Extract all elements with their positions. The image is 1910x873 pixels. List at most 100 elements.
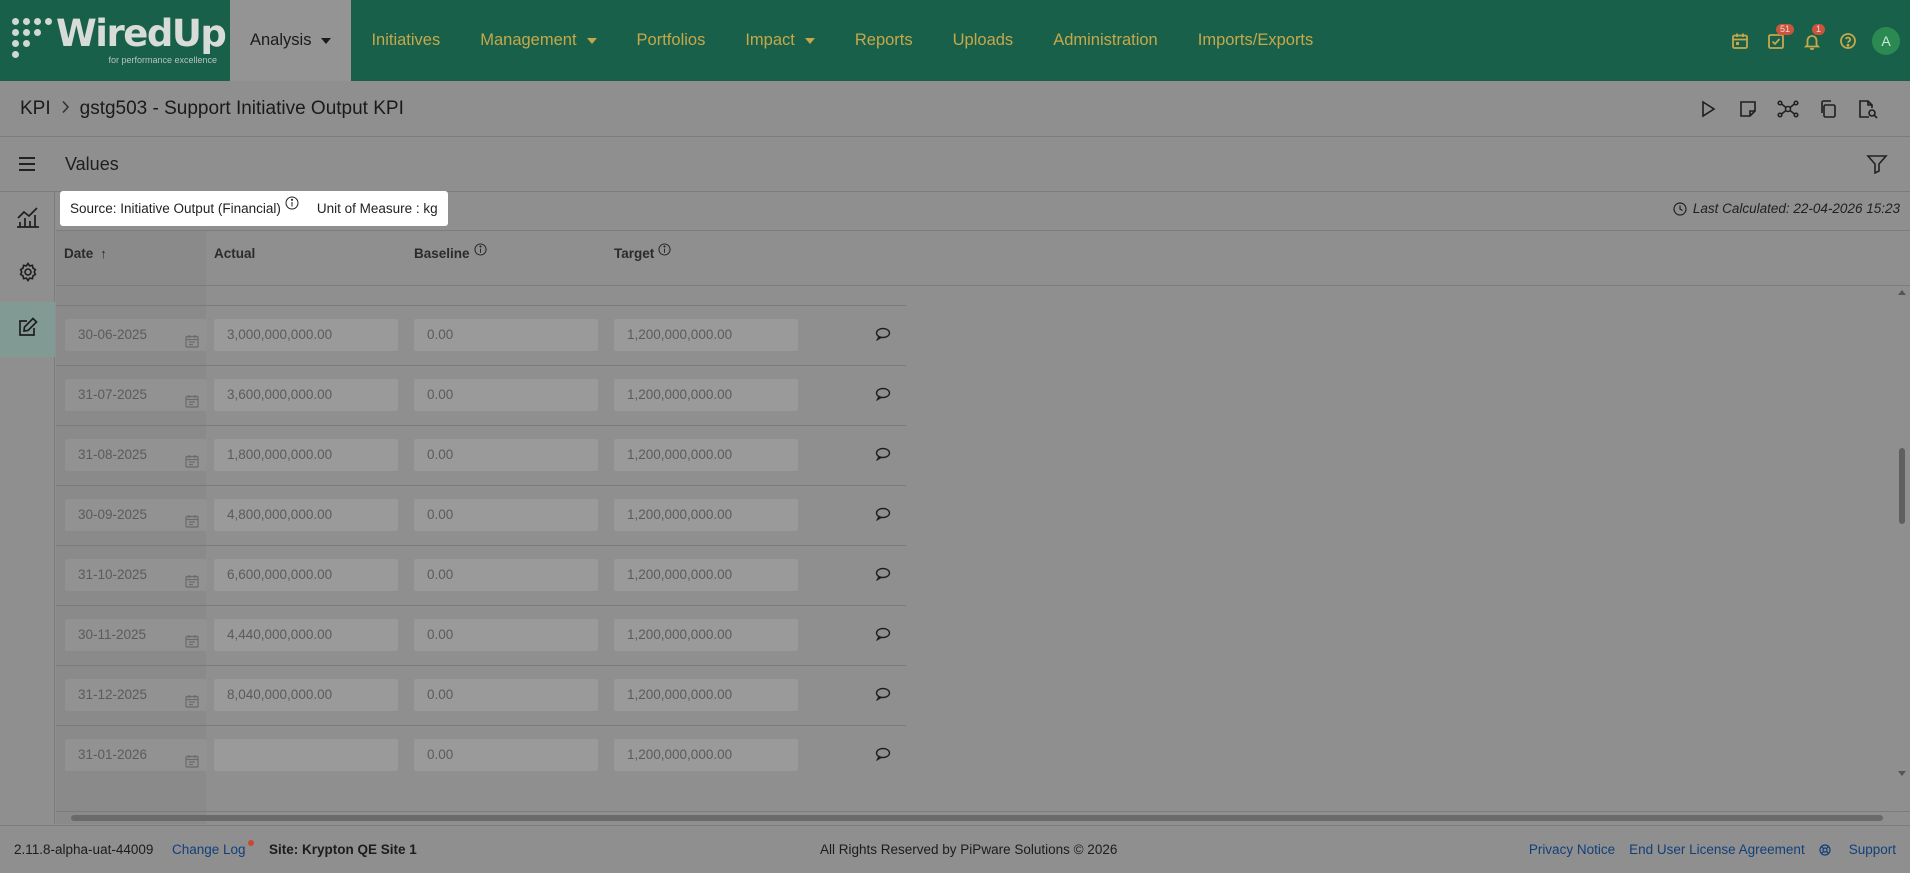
horizontal-scrollbar[interactable] bbox=[56, 811, 1910, 823]
nav-portfolios[interactable]: Portfolios bbox=[617, 0, 726, 81]
baseline-input[interactable]: 0.00 bbox=[414, 679, 598, 711]
play-icon[interactable] bbox=[1688, 95, 1728, 123]
table-row: 30-09-2025 4,800,000,000.00 0.00 1,200,0… bbox=[56, 486, 906, 546]
avatar[interactable]: A bbox=[1872, 26, 1900, 55]
nav-initiatives[interactable]: Initiatives bbox=[351, 0, 460, 81]
info-icon[interactable] bbox=[285, 196, 299, 213]
comment-icon[interactable] bbox=[875, 567, 891, 586]
date-field[interactable]: 31-12-2025 bbox=[65, 679, 207, 711]
nav-administration[interactable]: Administration bbox=[1033, 0, 1178, 81]
baseline-input[interactable]: 0.00 bbox=[414, 559, 598, 591]
actual-input[interactable]: 4,800,000,000.00 bbox=[214, 499, 398, 531]
baseline-input[interactable]: 0.00 bbox=[414, 619, 598, 651]
comment-icon[interactable] bbox=[875, 507, 891, 526]
filter-icon[interactable] bbox=[1866, 153, 1888, 180]
calendar-icon[interactable] bbox=[185, 328, 199, 360]
target-input[interactable]: 1,200,000,000.00 bbox=[614, 439, 798, 471]
rail-chart[interactable] bbox=[0, 192, 55, 247]
calendar-icon[interactable] bbox=[185, 508, 199, 540]
date-field[interactable]: 31-08-2025 bbox=[65, 439, 207, 471]
target-input[interactable]: 1,200,000,000.00 bbox=[614, 319, 798, 351]
nav-uploads[interactable]: Uploads bbox=[933, 0, 1034, 81]
logo-dots-icon bbox=[12, 18, 52, 58]
nav-management[interactable]: Management bbox=[460, 0, 616, 81]
calendar-icon[interactable] bbox=[185, 448, 199, 480]
chevron-down-icon bbox=[804, 37, 815, 44]
comment-icon[interactable] bbox=[875, 447, 891, 466]
calendar-icon[interactable] bbox=[185, 688, 199, 720]
baseline-input[interactable]: 0.00 bbox=[414, 499, 598, 531]
privacy-notice-link[interactable]: Privacy Notice bbox=[1529, 842, 1615, 857]
date-field[interactable]: 31-10-2025 bbox=[65, 559, 207, 591]
date-field[interactable]: 31-07-2025 bbox=[65, 379, 207, 411]
note-icon[interactable] bbox=[1728, 95, 1768, 123]
baseline-input[interactable]: 0.00 bbox=[414, 379, 598, 411]
support-link[interactable]: Support bbox=[1819, 842, 1896, 857]
column-header-target[interactable]: Target bbox=[614, 243, 671, 261]
actual-input[interactable]: 1,800,000,000.00 bbox=[214, 439, 398, 471]
baseline-input[interactable]: 0.00 bbox=[414, 319, 598, 351]
column-header-actual[interactable]: Actual bbox=[214, 246, 255, 261]
grid-body: 30-06-2025 3,000,000,000.00 0.00 1,200,0… bbox=[56, 286, 906, 780]
nav-uploads-label: Uploads bbox=[952, 31, 1014, 49]
target-input[interactable]: 1,200,000,000.00 bbox=[614, 679, 798, 711]
column-header-baseline[interactable]: Baseline bbox=[414, 243, 487, 261]
calendar-icon[interactable] bbox=[1722, 23, 1758, 59]
breadcrumb: KPI gstg503 - Support Initiative Output … bbox=[20, 98, 404, 120]
change-log-link[interactable]: Change Log bbox=[172, 842, 246, 857]
tasks-icon[interactable]: 51 bbox=[1758, 23, 1795, 59]
scroll-down-icon[interactable] bbox=[1898, 771, 1906, 776]
bell-icon[interactable]: 1 bbox=[1794, 23, 1830, 59]
actual-input[interactable]: 6,600,000,000.00 bbox=[214, 559, 398, 591]
breadcrumb-root[interactable]: KPI bbox=[20, 98, 51, 120]
actual-input[interactable]: 3,000,000,000.00 bbox=[214, 319, 398, 351]
target-input[interactable]: 1,200,000,000.00 bbox=[614, 559, 798, 591]
info-icon[interactable] bbox=[473, 243, 487, 256]
actual-input[interactable]: 3,600,000,000.00 bbox=[214, 379, 398, 411]
help-icon[interactable] bbox=[1830, 23, 1866, 59]
nav-reports[interactable]: Reports bbox=[835, 0, 933, 81]
calendar-icon[interactable] bbox=[185, 748, 199, 780]
date-field[interactable]: 31-01-2026 bbox=[65, 739, 207, 771]
date-value: 30-09-2025 bbox=[78, 507, 148, 522]
rail-settings[interactable] bbox=[0, 247, 55, 302]
info-icon[interactable] bbox=[658, 243, 671, 256]
date-field[interactable]: 30-09-2025 bbox=[65, 499, 207, 531]
scroll-up-icon[interactable] bbox=[1898, 290, 1906, 295]
calendar-icon[interactable] bbox=[185, 388, 199, 420]
menu-icon[interactable] bbox=[16, 153, 38, 175]
column-header-date[interactable]: Date ↑ bbox=[64, 246, 107, 261]
eula-link[interactable]: End User License Agreement bbox=[1629, 842, 1805, 857]
page-actions bbox=[1688, 95, 1888, 123]
horizontal-scroll-thumb[interactable] bbox=[71, 815, 1883, 821]
target-input[interactable]: 1,200,000,000.00 bbox=[614, 739, 798, 771]
wiredup-logo[interactable]: WiredUp for performance excellence bbox=[12, 14, 227, 66]
actual-input[interactable]: 4,440,000,000.00 bbox=[214, 619, 398, 651]
nav-imports-exports[interactable]: Imports/Exports bbox=[1178, 0, 1334, 81]
baseline-input[interactable]: 0.00 bbox=[414, 439, 598, 471]
network-icon[interactable] bbox=[1768, 95, 1808, 123]
target-input[interactable]: 1,200,000,000.00 bbox=[614, 379, 798, 411]
rail-edit-values[interactable] bbox=[0, 302, 55, 357]
comment-icon[interactable] bbox=[875, 627, 891, 646]
actual-input[interactable]: 8,040,000,000.00 bbox=[214, 679, 398, 711]
comment-icon[interactable] bbox=[875, 327, 891, 346]
vertical-scroll-thumb[interactable] bbox=[1899, 448, 1905, 524]
calendar-icon[interactable] bbox=[185, 628, 199, 660]
target-input[interactable]: 1,200,000,000.00 bbox=[614, 619, 798, 651]
vertical-scrollbar[interactable] bbox=[1896, 286, 1908, 780]
comment-icon[interactable] bbox=[875, 747, 891, 766]
comment-icon[interactable] bbox=[875, 687, 891, 706]
comment-icon[interactable] bbox=[875, 387, 891, 406]
calendar-icon[interactable] bbox=[185, 568, 199, 600]
actual-input[interactable] bbox=[214, 739, 398, 771]
nav-analysis[interactable]: Analysis bbox=[230, 0, 352, 81]
date-field[interactable]: 30-06-2025 bbox=[65, 319, 207, 351]
date-field[interactable]: 30-11-2025 bbox=[65, 619, 207, 651]
copy-icon[interactable] bbox=[1808, 95, 1848, 123]
preview-icon[interactable] bbox=[1848, 95, 1888, 123]
baseline-input[interactable]: 0.00 bbox=[414, 739, 598, 771]
values-title: Values bbox=[65, 154, 119, 174]
nav-impact[interactable]: Impact bbox=[725, 0, 835, 81]
target-input[interactable]: 1,200,000,000.00 bbox=[614, 499, 798, 531]
